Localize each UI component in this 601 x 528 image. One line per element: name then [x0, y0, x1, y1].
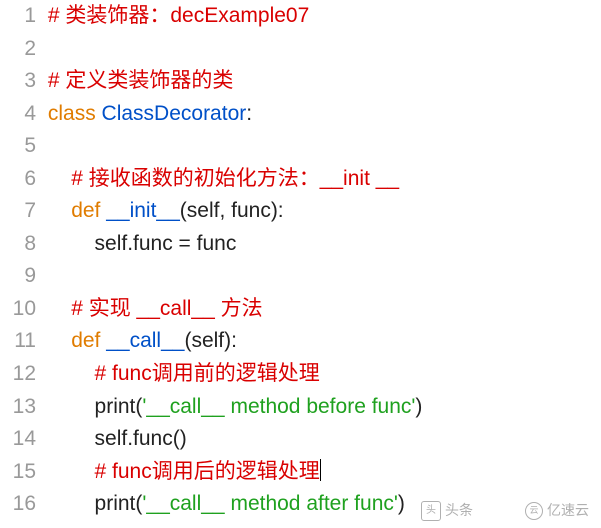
- watermark-toutiao: 头 头条: [421, 500, 473, 522]
- cloud-icon: 云: [525, 502, 543, 520]
- code-token: # 类装饰器：decExample07: [48, 4, 309, 27]
- code-token: (self, func):: [180, 199, 284, 222]
- code-token: '__call__ method after func': [142, 492, 398, 515]
- line-number: 1: [0, 0, 42, 33]
- code-line: 6 # 接收函数的初始化方法：__init __: [0, 163, 601, 196]
- code-token: # 实现 __call__ 方法: [71, 297, 262, 320]
- line-number: 2: [0, 33, 42, 66]
- code-token: :: [246, 102, 252, 125]
- code-line: 2: [0, 33, 601, 66]
- text-cursor: [320, 459, 321, 481]
- line-number: 7: [0, 195, 42, 228]
- code-token: ): [398, 492, 405, 515]
- code-line: 1 # 类装饰器：decExample07: [0, 0, 601, 33]
- code-token: # func调用后的逻辑处理: [95, 460, 320, 483]
- line-number: 8: [0, 228, 42, 261]
- line-number: 3: [0, 65, 42, 98]
- line-number: 15: [0, 456, 42, 489]
- code-line: 13 print('__call__ method before func'): [0, 391, 601, 424]
- watermark-yisuyun: 云 亿速云: [525, 500, 589, 522]
- code-editor: 1 # 类装饰器：decExample072 3 # 定义类装饰器的类4 cla…: [0, 0, 601, 521]
- line-number: 4: [0, 98, 42, 131]
- code-token: [48, 460, 95, 483]
- code-line: 7 def __init__(self, func):: [0, 195, 601, 228]
- code-token: print(: [48, 492, 143, 515]
- code-token: def: [71, 329, 106, 352]
- code-line: 16 print('__call__ method after func'): [0, 488, 601, 521]
- code-line: 9: [0, 260, 601, 293]
- code-token: __call__: [106, 329, 184, 352]
- code-token: ClassDecorator: [102, 102, 247, 125]
- code-line: 14 self.func(): [0, 423, 601, 456]
- code-token: # 接收函数的初始化方法：__init __: [71, 167, 399, 190]
- line-number: 5: [0, 130, 42, 163]
- code-token: [48, 329, 71, 352]
- code-token: '__call__ method before func': [142, 395, 415, 418]
- line-number: 12: [0, 358, 42, 391]
- line-number: 6: [0, 163, 42, 196]
- watermark-right-text: 亿速云: [547, 500, 589, 522]
- code-line: 4 class ClassDecorator:: [0, 98, 601, 131]
- code-token: print(: [48, 395, 143, 418]
- watermark-left-text: 头条: [445, 500, 473, 522]
- code-token: def: [71, 199, 106, 222]
- code-token: [48, 167, 71, 190]
- code-token: self.func = func: [48, 232, 237, 255]
- code-line: 3 # 定义类装饰器的类: [0, 65, 601, 98]
- toutiao-icon: 头: [421, 501, 441, 521]
- code-token: # func调用前的逻辑处理: [95, 362, 320, 385]
- code-token: [48, 362, 95, 385]
- code-token: [48, 297, 71, 320]
- code-line: 15 # func调用后的逻辑处理: [0, 456, 601, 489]
- code-token: # 定义类装饰器的类: [48, 69, 234, 92]
- code-line: 8 self.func = func: [0, 228, 601, 261]
- code-line: 12 # func调用前的逻辑处理: [0, 358, 601, 391]
- line-number: 11: [0, 325, 42, 358]
- code-line: 11 def __call__(self):: [0, 325, 601, 358]
- code-token: ): [415, 395, 422, 418]
- line-number: 13: [0, 391, 42, 424]
- code-token: __init__: [106, 199, 180, 222]
- line-number: 16: [0, 488, 42, 521]
- line-number: 9: [0, 260, 42, 293]
- code-token: (self):: [184, 329, 237, 352]
- code-line: 5: [0, 130, 601, 163]
- code-token: self.func(): [48, 427, 187, 450]
- code-line: 10 # 实现 __call__ 方法: [0, 293, 601, 326]
- line-number: 10: [0, 293, 42, 326]
- code-token: class: [48, 102, 102, 125]
- line-number: 14: [0, 423, 42, 456]
- code-token: [48, 199, 71, 222]
